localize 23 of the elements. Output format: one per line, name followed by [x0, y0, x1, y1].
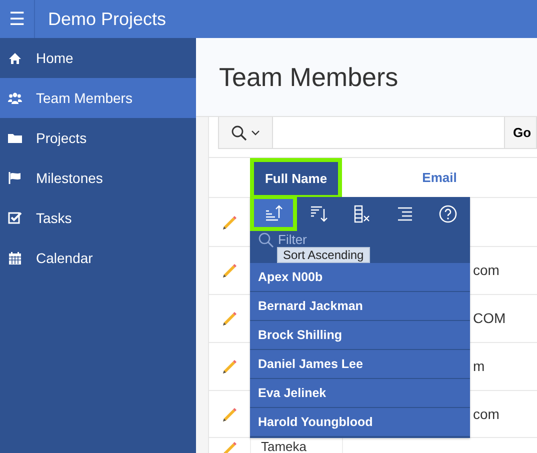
- table-cell-text: m: [473, 357, 485, 376]
- sidebar-item[interactable]: Milestones: [0, 158, 196, 198]
- page-title: Team Members: [219, 60, 398, 94]
- menu-item[interactable]: Daniel James Lee: [250, 350, 470, 379]
- table-cell-text: com: [473, 261, 500, 280]
- menu-item[interactable]: Bernard Jackman: [250, 292, 470, 321]
- tooltip: Sort Ascending: [277, 247, 370, 263]
- sidebar-item[interactable]: Tasks: [0, 198, 196, 238]
- sidebar-item[interactable]: Projects: [0, 118, 196, 158]
- menu-item[interactable]: Eva Jelinek: [250, 379, 470, 408]
- sidebar-item[interactable]: Team Members: [0, 78, 196, 118]
- table-cell: Tameka: [261, 440, 307, 453]
- menu-item[interactable]: Brock Shilling: [250, 321, 470, 350]
- table-cell-text: com: [473, 404, 500, 424]
- app-title: Demo Projects: [48, 8, 166, 31]
- sidebar-item[interactable]: Home: [0, 38, 196, 78]
- column-header[interactable]: Email: [342, 158, 537, 197]
- sidebar-item[interactable]: Calendar: [0, 238, 196, 278]
- filter-field[interactable]: Filter: [278, 232, 428, 247]
- column-header[interactable]: Full Name: [250, 158, 342, 197]
- table-cell-text: COM: [473, 309, 506, 328]
- menu-item[interactable]: Apex N00b: [250, 263, 470, 292]
- menu-item[interactable]: Harold Youngblood: [250, 408, 470, 437]
